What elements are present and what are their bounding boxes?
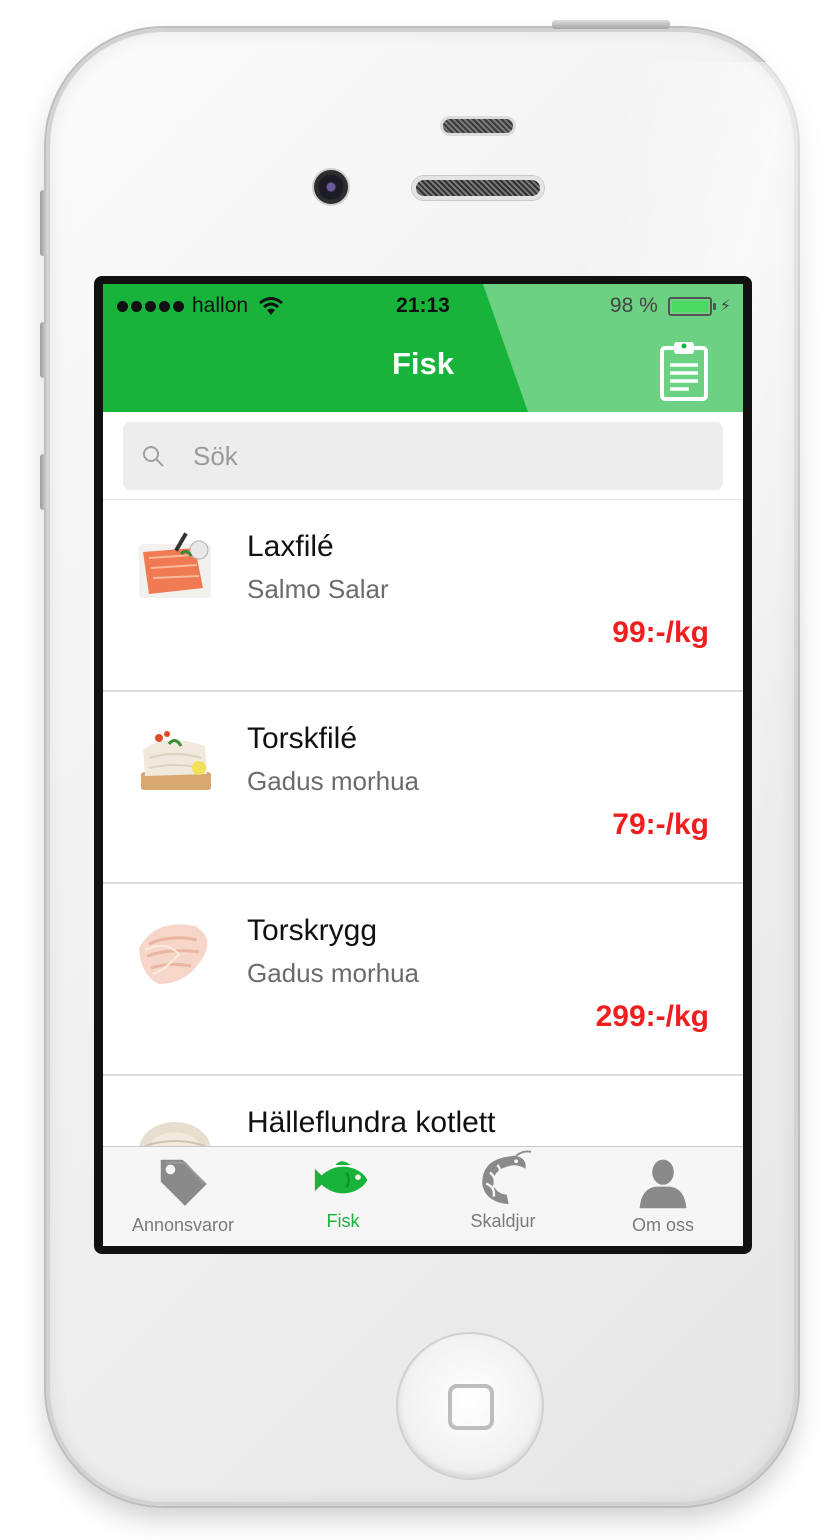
tab-annonsvaror[interactable]: Annonsvaror xyxy=(103,1147,263,1246)
product-price: 79:-/kg xyxy=(612,808,709,841)
salmon-thumbnail xyxy=(139,532,211,598)
page-title: Fisk xyxy=(391,346,455,381)
clipboard-icon[interactable] xyxy=(659,340,709,402)
tab-label: Skaldjur xyxy=(470,1211,536,1231)
tab-label: Fisk xyxy=(326,1211,360,1231)
product-list: Laxfilé Salmo Salar 99:-/kg Torskfilé Ga… xyxy=(103,500,743,1146)
home-square-icon xyxy=(448,1384,494,1430)
search-bar xyxy=(103,412,743,500)
product-latin-name: Salmo Salar xyxy=(247,574,389,604)
cod-loin-thumbnail xyxy=(139,924,208,984)
tab-bar: Annonsvaror Fisk Skaldjur Om oss xyxy=(103,1146,743,1246)
power-button xyxy=(552,20,670,29)
status-battery: 98 % ⚡ xyxy=(610,294,731,318)
person-icon xyxy=(639,1159,687,1209)
product-name: Hälleflundra kotlett xyxy=(247,1106,496,1139)
tag-icon xyxy=(158,1157,210,1209)
shrimp-icon xyxy=(482,1150,531,1205)
list-item[interactable]: Torskrygg Gadus morhua 299:-/kg xyxy=(103,884,743,1076)
mute-switch xyxy=(40,190,48,256)
search-input[interactable] xyxy=(193,434,693,478)
tab-label: Annonsvaror xyxy=(131,1215,235,1235)
app-screen: hallon 21:13 98 % ⚡ Fisk Sök Laxfilé Sal… xyxy=(103,284,743,1246)
proximity-sensor xyxy=(440,116,516,136)
tab-skaldjur[interactable]: Skaldjur xyxy=(423,1147,583,1246)
volume-down-button xyxy=(40,454,48,510)
product-latin-name: Gadus morhua xyxy=(247,958,419,988)
volume-up-button xyxy=(40,322,48,378)
halibut-thumbnail xyxy=(139,1122,211,1146)
battery-label: 98 % xyxy=(609,294,658,317)
product-price: 299:-/kg xyxy=(595,1000,709,1033)
charging-icon: ⚡ xyxy=(719,298,731,315)
product-latin-name: Gadus morhua xyxy=(247,766,419,796)
product-name: Torskfilé xyxy=(247,722,358,755)
search-field[interactable] xyxy=(123,422,723,490)
list-item[interactable]: Torskfilé Gadus morhua 79:-/kg xyxy=(103,692,743,884)
tab-label: Om oss xyxy=(631,1215,694,1235)
home-button[interactable] xyxy=(396,1332,544,1480)
battery-icon xyxy=(667,296,716,316)
list-item[interactable]: Laxfilé Salmo Salar 99:-/kg xyxy=(103,500,743,692)
product-name: Torskrygg xyxy=(247,914,378,947)
product-name: Laxfilé xyxy=(247,530,334,563)
tab-om-oss[interactable]: Om oss xyxy=(583,1147,743,1246)
cod-fillet-thumbnail xyxy=(141,731,211,790)
nav-header: hallon 21:13 98 % ⚡ Fisk xyxy=(103,284,743,412)
search-icon xyxy=(143,446,164,467)
earpiece-speaker xyxy=(412,176,544,200)
front-camera xyxy=(312,168,350,206)
tab-fisk[interactable]: Fisk xyxy=(263,1147,423,1246)
list-item[interactable]: Hälleflundra kotlett xyxy=(103,1076,743,1146)
product-price: 99:-/kg xyxy=(612,616,709,649)
fish-icon xyxy=(314,1161,368,1194)
